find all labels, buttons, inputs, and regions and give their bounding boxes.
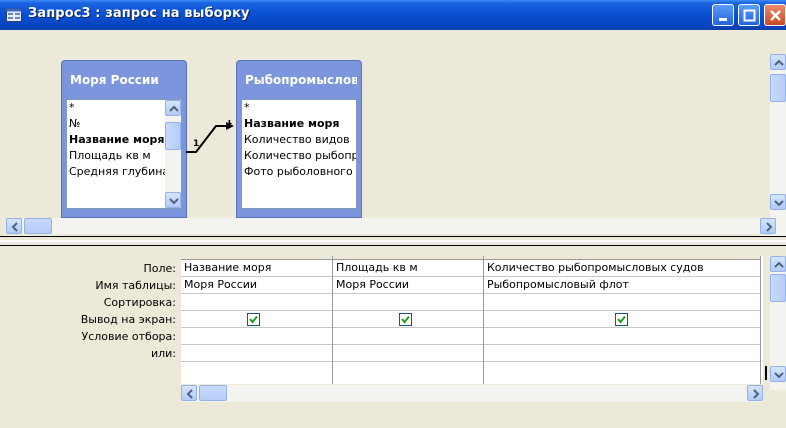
table-cell[interactable]: Рыбопромысловый флот [484, 277, 760, 294]
chevron-right-icon [766, 222, 773, 232]
scroll-right-button[interactable] [760, 218, 776, 234]
scroll-thumb[interactable] [165, 122, 181, 150]
grid-horizontal-scrollbar[interactable] [181, 385, 763, 402]
maximize-button[interactable] [738, 4, 760, 26]
field-cell[interactable]: Количество рыбопромысловых судов [484, 260, 760, 277]
field-item[interactable]: Фото рыболовного [242, 164, 356, 180]
show-checkbox[interactable] [615, 313, 628, 326]
diagram-horizontal-scrollbar[interactable] [6, 218, 778, 234]
or-cell[interactable] [181, 345, 332, 362]
show-cell[interactable] [181, 311, 332, 328]
scroll-right-button[interactable] [747, 385, 763, 401]
row-label-show: Вывод на экран: [80, 313, 176, 326]
relationship-line[interactable]: 1 1 [186, 120, 238, 160]
field-list[interactable]: * Название моря Количество видов Количес… [241, 99, 357, 209]
grid-column[interactable]: Количество рыбопромысловых судов Рыбопро… [484, 256, 761, 384]
scroll-up-button[interactable] [770, 256, 786, 272]
window-title: Запрос3 : запрос на выборку [28, 6, 250, 21]
sort-cell[interactable] [484, 294, 760, 311]
chevron-left-icon [186, 389, 193, 399]
table-box-seas[interactable]: Моря России * № Название моря Площадь кв… [61, 60, 187, 218]
minimize-icon [719, 18, 727, 21]
chevron-down-icon [774, 372, 784, 379]
show-checkbox[interactable] [247, 313, 260, 326]
scroll-left-button[interactable] [181, 385, 197, 401]
relationship-right-label: 1 [226, 120, 232, 127]
pane-splitter[interactable] [0, 236, 786, 246]
close-icon [770, 10, 781, 21]
close-button[interactable] [764, 4, 786, 26]
query-design-grid-pane[interactable]: Поле: Имя таблицы: Сортировка: Вывод на … [0, 246, 786, 428]
field-item[interactable]: № [67, 116, 181, 132]
show-cell[interactable] [333, 311, 483, 328]
row-label-or: или: [150, 347, 176, 360]
row-label-field: Поле: [143, 262, 176, 275]
scroll-thumb[interactable] [770, 74, 786, 102]
diagram-vertical-scrollbar[interactable] [770, 54, 786, 242]
table-title[interactable]: Моря России [70, 73, 182, 87]
field-item-key[interactable]: Название моря [242, 116, 356, 132]
or-cell[interactable] [484, 345, 760, 362]
grid-column[interactable]: Площадь кв м Моря России [333, 256, 484, 384]
checkmark-icon [617, 315, 626, 324]
grid-row-labels: Поле: Имя таблицы: Сортировка: Вывод на … [0, 260, 180, 362]
scroll-left-button[interactable] [6, 218, 22, 234]
criteria-cell[interactable] [181, 328, 332, 345]
relationship-left-label: 1 [193, 139, 199, 149]
text-cursor [765, 366, 767, 380]
scroll-down-button[interactable] [165, 192, 181, 208]
show-cell[interactable] [484, 311, 760, 328]
field-item[interactable]: * [242, 100, 356, 116]
field-item[interactable]: * [67, 100, 181, 116]
grid-column[interactable]: Название моря Моря России [181, 256, 333, 384]
scroll-thumb[interactable] [24, 218, 52, 234]
query-window-icon [6, 8, 22, 22]
scroll-down-button[interactable] [770, 194, 786, 210]
chevron-left-icon [11, 222, 18, 232]
title-bar[interactable]: Запрос3 : запрос на выборку [0, 0, 786, 30]
table-cell[interactable]: Моря России [181, 277, 332, 294]
field-list-scrollbar[interactable] [165, 100, 181, 208]
table-box-fishing-fleet[interactable]: Рыбопромысловый флот * Название моря Кол… [236, 60, 362, 218]
checkmark-icon [249, 315, 258, 324]
grid-vertical-scrollbar[interactable] [770, 256, 786, 390]
scroll-up-button[interactable] [165, 100, 181, 116]
row-label-sort: Сортировка: [103, 296, 176, 309]
scroll-up-button[interactable] [770, 54, 786, 70]
table-title[interactable]: Рыбопромысловый флот [245, 73, 357, 87]
chevron-down-icon [169, 198, 179, 205]
field-list[interactable]: * № Название моря Площадь кв м Средняя г… [66, 99, 182, 209]
table-cell[interactable]: Моря России [333, 277, 483, 294]
field-cell[interactable]: Площадь кв м [333, 260, 483, 277]
criteria-cell[interactable] [484, 328, 760, 345]
criteria-cell[interactable] [333, 328, 483, 345]
field-item[interactable]: Количество видов [242, 132, 356, 148]
scroll-down-button[interactable] [770, 366, 786, 382]
scroll-thumb[interactable] [199, 385, 227, 401]
chevron-down-icon [774, 200, 784, 207]
maximize-icon [743, 9, 756, 22]
show-checkbox[interactable] [399, 313, 412, 326]
field-item[interactable]: Площадь кв м [67, 148, 181, 164]
chevron-right-icon [753, 389, 760, 399]
scroll-thumb[interactable] [770, 274, 786, 302]
chevron-up-icon [169, 105, 179, 112]
or-cell[interactable] [333, 345, 483, 362]
minimize-button[interactable] [712, 4, 734, 26]
chevron-up-icon [774, 59, 784, 66]
chevron-up-icon [774, 261, 784, 268]
sort-cell[interactable] [181, 294, 332, 311]
field-item[interactable]: Количество рыбопромысловых судов [242, 148, 356, 164]
query-grid[interactable]: Название моря Моря России Площадь кв м М… [181, 256, 763, 384]
field-item-key[interactable]: Название моря [67, 132, 181, 148]
sort-cell[interactable] [333, 294, 483, 311]
field-item[interactable]: Средняя глубина [67, 164, 181, 180]
checkmark-icon [401, 315, 410, 324]
row-label-criteria: Условие отбора: [81, 330, 177, 343]
row-label-table: Имя таблицы: [95, 279, 176, 292]
field-cell[interactable]: Название моря [181, 260, 332, 277]
table-diagram-pane[interactable]: Моря России * № Название моря Площадь кв… [0, 30, 786, 242]
